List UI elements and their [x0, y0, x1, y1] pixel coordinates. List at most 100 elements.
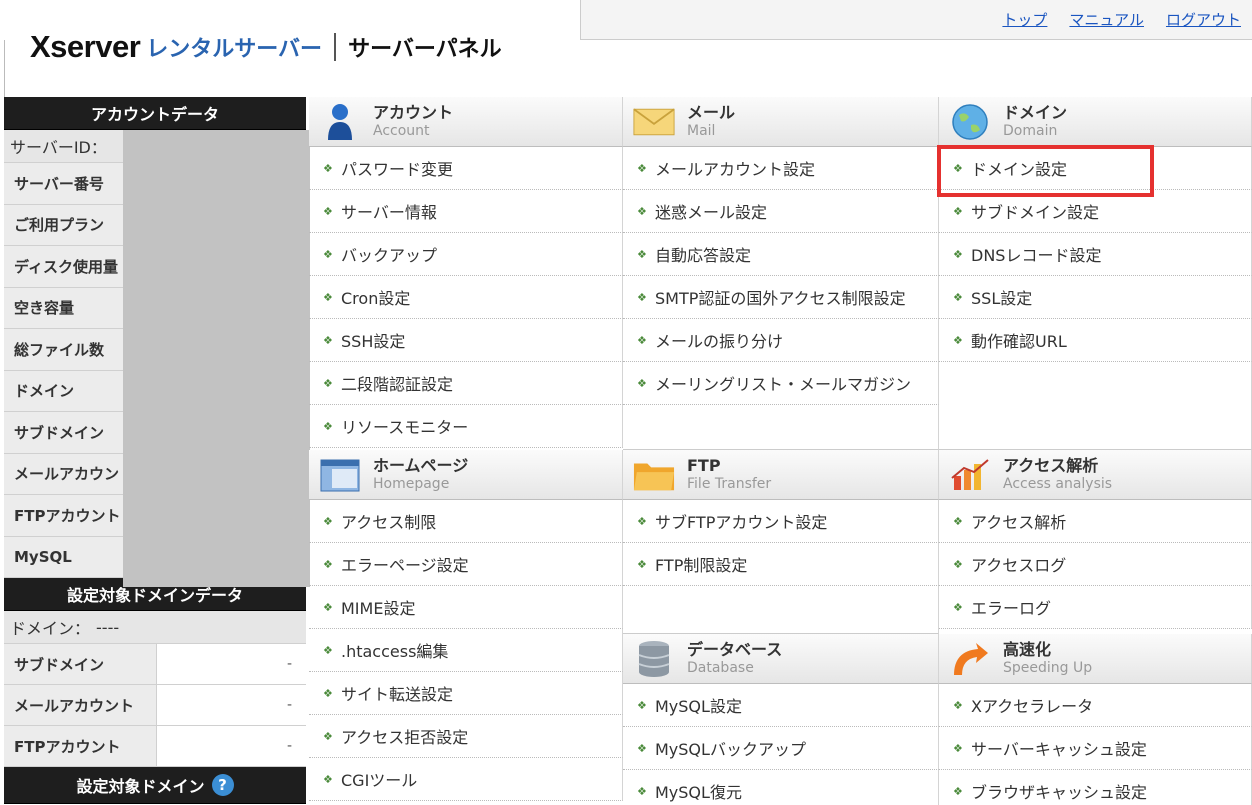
section-title: メール	[687, 103, 736, 123]
menu-item-analysis-0[interactable]: ❖ アクセス解析	[939, 500, 1252, 543]
section-header-speed: 高速化 Speeding Up	[939, 634, 1252, 684]
menu-item-mail-5[interactable]: ❖ メーリングリスト・メールマガジン	[623, 362, 939, 405]
row-label: FTPアカウント	[4, 726, 157, 766]
menu-item-homepage-3[interactable]: ❖ .htaccess編集	[309, 629, 623, 672]
top-link[interactable]: トップ	[1002, 9, 1047, 30]
menu-item-ftp-0[interactable]: ❖ サブFTPアカウント設定	[623, 500, 939, 543]
arrow-icon: ❖	[323, 600, 333, 614]
menu-item-account-0[interactable]: ❖ パスワード変更	[309, 147, 623, 190]
xserver-logo[interactable]: Xserver レンタルサーバー サーバーパネル	[30, 29, 502, 64]
menu-item-homepage-1[interactable]: ❖ エラーページ設定	[309, 543, 623, 586]
row-value: -	[157, 726, 306, 766]
menu-item-homepage-2[interactable]: ❖ MIME設定	[309, 586, 623, 629]
row-label: 総ファイル数	[4, 329, 123, 370]
domain-row: ドメイン： ----	[4, 611, 306, 644]
menu-item-homepage-4[interactable]: ❖ サイト転送設定	[309, 672, 623, 715]
arrow-icon: ❖	[637, 290, 647, 304]
arrow-icon: ❖	[637, 161, 647, 175]
row-label: FTPアカウント	[4, 495, 123, 536]
menu-item-label: ドメイン設定	[971, 160, 1068, 179]
arrow-icon: ❖	[637, 333, 647, 347]
menu-item-label: CGIツール	[341, 771, 418, 790]
section-subtitle: File Transfer	[687, 475, 772, 492]
menu-item-label: MIME設定	[341, 599, 416, 618]
target-domain-title: 設定対象ドメイン ?	[4, 767, 306, 804]
menu-item-homepage-0[interactable]: ❖ アクセス制限	[309, 500, 623, 543]
menu-item-domain-4[interactable]: ❖ 動作確認URL	[939, 319, 1252, 362]
row-label: ご利用プラン	[4, 204, 123, 245]
section-subtitle: Homepage	[373, 475, 450, 492]
section-header-domain: ドメイン Domain	[939, 97, 1252, 147]
menu-item-mail-1[interactable]: ❖ 迷惑メール設定	[623, 190, 939, 233]
arrow-icon: ❖	[323, 204, 333, 218]
empty-cell	[623, 586, 939, 634]
row-label: サブドメイン	[4, 412, 123, 453]
menu-item-label: エラーページ設定	[341, 556, 469, 575]
section-title: データベース	[687, 640, 783, 660]
menu-item-homepage-6[interactable]: ❖ CGIツール	[309, 758, 623, 801]
domain-label: ドメイン：	[10, 619, 91, 638]
left-border	[4, 40, 5, 97]
menu-item-label: アクセス拒否設定	[341, 728, 469, 747]
menu-item-domain-0[interactable]: ❖ ドメイン設定	[939, 147, 1252, 190]
menu-item-mail-2[interactable]: ❖ 自動応答設定	[623, 233, 939, 276]
menu-item-label: リソースモニター	[341, 418, 469, 437]
menu-item-label: 自動応答設定	[655, 246, 752, 265]
arrow-icon: ❖	[323, 161, 333, 175]
arrow-icon: ❖	[323, 686, 333, 700]
logo-panel-name: サーバーパネル	[348, 37, 502, 62]
menu-item-speed-2[interactable]: ❖ ブラウザキャッシュ設定	[939, 770, 1252, 805]
menu-item-account-3[interactable]: ❖ Cron設定	[309, 276, 623, 319]
menu-item-domain-1[interactable]: ❖ サブドメイン設定	[939, 190, 1252, 233]
menu-item-homepage-5[interactable]: ❖ アクセス拒否設定	[309, 715, 623, 758]
menu-item-speed-1[interactable]: ❖ サーバーキャッシュ設定	[939, 727, 1252, 770]
menu-item-label: .htaccess編集	[341, 642, 449, 661]
row-value: -	[157, 685, 306, 725]
menu-item-label: FTP制限設定	[655, 556, 748, 575]
menu-item-analysis-1[interactable]: ❖ アクセスログ	[939, 543, 1252, 586]
menu-item-account-1[interactable]: ❖ サーバー情報	[309, 190, 623, 233]
arrow-icon: ❖	[323, 419, 333, 433]
section-subtitle: Access analysis	[1003, 475, 1113, 492]
menu-item-label: MySQLバックアップ	[655, 740, 806, 759]
logout-link[interactable]: ログアウト	[1166, 9, 1241, 30]
menu-item-label: アクセスログ	[971, 556, 1067, 575]
speed-icon	[949, 639, 991, 679]
account-data-title: アカウントデータ	[4, 97, 306, 130]
menu-item-mail-4[interactable]: ❖ メールの振り分け	[623, 319, 939, 362]
menu-item-label: 二段階認証設定	[341, 375, 454, 394]
domain-value: ----	[96, 617, 120, 637]
arrow-icon: ❖	[323, 557, 333, 571]
arrow-icon: ❖	[637, 698, 647, 712]
menu-item-account-2[interactable]: ❖ バックアップ	[309, 233, 623, 276]
section-title: 高速化	[1003, 640, 1052, 660]
menu-item-label: メールアカウント設定	[655, 160, 816, 179]
logo-product: レンタルサーバー	[146, 37, 323, 62]
menu-item-account-6[interactable]: ❖ リソースモニター	[309, 405, 623, 448]
menu-item-account-5[interactable]: ❖ 二段階認証設定	[309, 362, 623, 405]
menu-item-database-0[interactable]: ❖ MySQL設定	[623, 684, 939, 727]
arrow-icon: ❖	[637, 376, 647, 390]
menu-item-mail-0[interactable]: ❖ メールアカウント設定	[623, 147, 939, 190]
section-header-homepage: ホームページ Homepage	[309, 450, 623, 500]
menu-item-speed-0[interactable]: ❖ Xアクセラレータ	[939, 684, 1252, 727]
menu-item-analysis-2[interactable]: ❖ エラーログ	[939, 586, 1252, 629]
menu-item-label: SSH設定	[341, 332, 406, 351]
section-title: ホームページ	[373, 456, 469, 476]
menu-item-domain-3[interactable]: ❖ SSL設定	[939, 276, 1252, 319]
menu-item-label: MySQL設定	[655, 697, 742, 716]
arrow-icon: ❖	[323, 247, 333, 261]
menu-item-ftp-1[interactable]: ❖ FTP制限設定	[623, 543, 939, 586]
top-bar: トップ マニュアル ログアウト	[580, 0, 1252, 40]
menu-item-database-1[interactable]: ❖ MySQLバックアップ	[623, 727, 939, 770]
menu-item-mail-3[interactable]: ❖ SMTP認証の国外アクセス制限設定	[623, 276, 939, 319]
help-icon[interactable]: ?	[211, 774, 234, 796]
row-label: 空き容量	[4, 287, 123, 328]
section-subtitle: Account	[373, 122, 430, 139]
menu-item-label: 動作確認URL	[971, 332, 1067, 351]
menu-item-database-2[interactable]: ❖ MySQL復元	[623, 770, 939, 805]
menu-item-domain-2[interactable]: ❖ DNSレコード設定	[939, 233, 1252, 276]
folder-icon	[633, 455, 675, 495]
manual-link[interactable]: マニュアル	[1069, 9, 1144, 30]
menu-item-account-4[interactable]: ❖ SSH設定	[309, 319, 623, 362]
